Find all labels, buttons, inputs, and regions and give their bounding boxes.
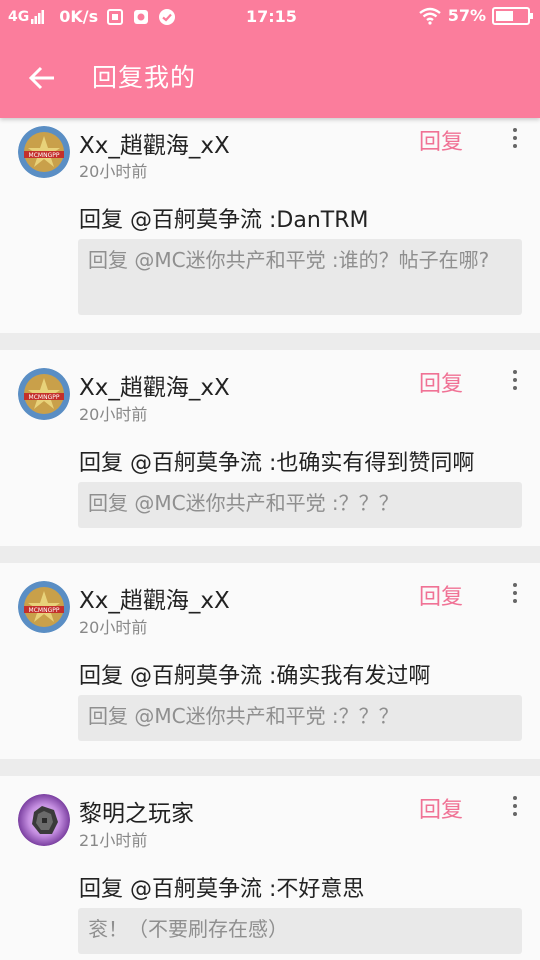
user-avatar-image: MCMNGPP bbox=[18, 126, 70, 178]
user-avatar-image bbox=[18, 794, 70, 846]
arrow-left-icon bbox=[28, 66, 54, 90]
reply-content: 回复 @百舸莫争流 :不好意思 bbox=[79, 877, 365, 902]
status-bar: 4G 0K/s 17:15 57% bbox=[0, 0, 540, 34]
quoted-comment[interactable]: 回复 @MC迷你共产和平党 :谁的？帖子在哪? bbox=[78, 239, 522, 315]
avatar[interactable]: MCMNGPP bbox=[18, 581, 70, 633]
reply-button[interactable]: 回复 bbox=[419, 124, 463, 156]
user-avatar-image: MCMNGPP bbox=[18, 581, 70, 633]
reply-card: MCMNGPP Xx_趙觀海_xX 20小时前 回复 回复 @百舸莫争流 :Da… bbox=[0, 118, 540, 333]
check-circle-icon bbox=[159, 8, 176, 25]
app-bar: 4G 0K/s 17:15 57% 回复我的 bbox=[0, 0, 540, 118]
more-options-icon[interactable] bbox=[505, 368, 525, 392]
timestamp: 20小时前 bbox=[79, 618, 148, 637]
user-avatar-image: MCMNGPP bbox=[18, 368, 70, 420]
username[interactable]: Xx_趙觀海_xX bbox=[79, 126, 230, 160]
notification-box-icon bbox=[107, 8, 124, 25]
username[interactable]: 黎明之玩家 bbox=[79, 794, 194, 828]
back-button[interactable] bbox=[24, 60, 60, 96]
network-indicator: 4G bbox=[8, 8, 30, 25]
svg-text:MCMNGPP: MCMNGPP bbox=[29, 394, 60, 401]
clock: 17:15 bbox=[246, 7, 297, 26]
reply-card: MCMNGPP Xx_趙觀海_xX 20小时前 回复 回复 @百舸莫争流 :确实… bbox=[0, 563, 540, 759]
battery-icon bbox=[492, 6, 533, 25]
network-speed: 0K/s bbox=[59, 7, 99, 26]
quoted-comment[interactable]: 衮！（不要刷存在感） bbox=[78, 908, 522, 954]
avatar[interactable]: MCMNGPP bbox=[18, 126, 70, 178]
page-title: 回复我的 bbox=[92, 63, 197, 92]
more-options-icon[interactable] bbox=[505, 126, 525, 150]
reply-content: 回复 @百舸莫争流 :也确实有得到赞同啊 bbox=[79, 451, 475, 476]
reply-card: MCMNGPP Xx_趙觀海_xX 20小时前 回复 回复 @百舸莫争流 :也确… bbox=[0, 350, 540, 546]
quoted-comment[interactable]: 回复 @MC迷你共产和平党 :？？？ bbox=[78, 695, 522, 741]
reply-button[interactable]: 回复 bbox=[419, 792, 463, 824]
svg-text:MCMNGPP: MCMNGPP bbox=[29, 152, 60, 159]
signal-icon bbox=[31, 9, 45, 24]
timestamp: 20小时前 bbox=[79, 405, 148, 424]
reply-content: 回复 @百舸莫争流 :DanTRM bbox=[79, 208, 369, 233]
more-options-icon[interactable] bbox=[505, 794, 525, 818]
reply-button[interactable]: 回复 bbox=[419, 366, 463, 398]
timestamp: 21小时前 bbox=[79, 831, 148, 850]
quoted-comment[interactable]: 回复 @MC迷你共产和平党 :？？？ bbox=[78, 482, 522, 528]
reply-content: 回复 @百舸莫争流 :确实我有发过啊 bbox=[79, 664, 431, 689]
wifi-icon bbox=[418, 7, 441, 25]
toolbar: 回复我的 bbox=[0, 40, 540, 112]
timestamp: 20小时前 bbox=[79, 162, 148, 181]
username[interactable]: Xx_趙觀海_xX bbox=[79, 368, 230, 402]
svg-text:MCMNGPP: MCMNGPP bbox=[29, 607, 60, 614]
battery-level bbox=[496, 10, 514, 21]
reply-card: 黎明之玩家 21小时前 回复 回复 @百舸莫争流 :不好意思 衮！（不要刷存在感… bbox=[0, 776, 540, 960]
avatar[interactable] bbox=[18, 794, 70, 846]
battery-percent: 57% bbox=[447, 6, 486, 25]
reply-button[interactable]: 回复 bbox=[419, 579, 463, 611]
avatar[interactable]: MCMNGPP bbox=[18, 368, 70, 420]
more-options-icon[interactable] bbox=[505, 581, 525, 605]
username[interactable]: Xx_趙觀海_xX bbox=[79, 581, 230, 615]
app-notification-icon bbox=[134, 9, 149, 24]
